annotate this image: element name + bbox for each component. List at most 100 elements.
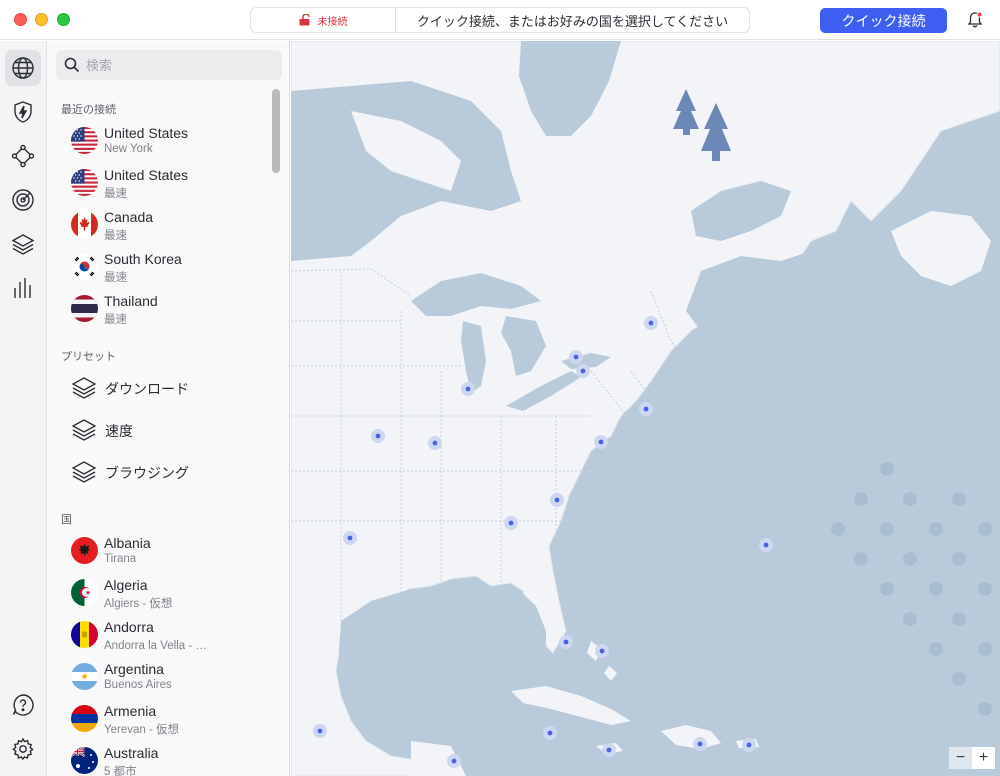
close-window-button[interactable]: [14, 13, 27, 26]
country-item-algeria[interactable]: Algeria Algiers - 仮想: [71, 575, 271, 615]
thailand-flag-icon: [71, 295, 98, 322]
server-location: Algiers - 仮想: [104, 598, 173, 610]
recent-item-us-new-york[interactable]: United States New York: [71, 123, 271, 163]
rail-dark-web-monitor-button[interactable]: [5, 182, 41, 218]
server-location: New York: [104, 143, 153, 155]
us-flag-icon: [71, 169, 98, 196]
server-dot[interactable]: [543, 726, 557, 740]
minimize-window-button[interactable]: [35, 13, 48, 26]
server-dot[interactable]: [576, 364, 590, 378]
sidebar-scrollbar[interactable]: [272, 89, 280, 173]
zoom-window-button[interactable]: [57, 13, 70, 26]
server-dot[interactable]: [569, 350, 583, 364]
server-location: 最速: [104, 272, 127, 284]
layers-icon: [71, 461, 97, 483]
gear-icon: [12, 737, 34, 761]
country-name: Australia: [104, 745, 159, 761]
server-dot[interactable]: [639, 402, 653, 416]
server-dot[interactable]: [644, 316, 658, 330]
hispaniola: [661, 725, 721, 749]
country-name: Armenia: [104, 703, 157, 719]
rail-meshnet-button[interactable]: [5, 138, 41, 174]
us-flag-icon: [71, 127, 98, 154]
country-item-albania[interactable]: Albania Tirana: [71, 533, 271, 573]
notification-bell-icon[interactable]: [966, 11, 984, 29]
preset-download[interactable]: ダウンロード: [71, 371, 271, 405]
server-location: Andorra la Vella - 仮想: [104, 640, 216, 652]
server-location: 5 都市: [104, 766, 137, 776]
server-dot[interactable]: [428, 436, 442, 450]
search-icon: [64, 57, 80, 73]
country-item-armenia[interactable]: Armenia Yerevan - 仮想: [71, 701, 271, 741]
rail-help-button[interactable]: [5, 687, 41, 723]
search-box[interactable]: [56, 50, 282, 80]
recent-item-canada[interactable]: Canada 最速: [71, 207, 271, 247]
layers-icon: [71, 419, 97, 441]
australia-flag-icon: [71, 747, 98, 774]
title-bar: 未接続 クイック接続、またはお好みの国を選択してください クイック接続: [0, 0, 1000, 40]
countries-section-title: 国: [61, 514, 72, 526]
country-name: Algeria: [104, 577, 148, 593]
country-name: Thailand: [104, 293, 158, 309]
connection-status-bar: 未接続 クイック接続、またはお好みの国を選択してください: [250, 7, 750, 33]
rail-countries-button[interactable]: [5, 50, 41, 86]
server-dot[interactable]: [313, 724, 327, 738]
preset-label: 速度: [105, 423, 133, 439]
server-dot[interactable]: [742, 738, 756, 752]
gulf-of-mexico: [339, 586, 546, 741]
country-name: Andorra: [104, 619, 154, 635]
country-name: South Korea: [104, 251, 182, 267]
rail-threat-protection-button[interactable]: [5, 94, 41, 130]
server-location: 最速: [104, 188, 127, 200]
preset-label: ブラウジング: [105, 465, 189, 481]
server-location: Yerevan - 仮想: [104, 724, 179, 736]
server-map[interactable]: [291, 41, 1000, 776]
country-item-andorra[interactable]: Andorra Andorra la Vella - 仮想: [71, 617, 271, 657]
navigation-rail: [0, 41, 47, 776]
server-sidebar: 最近の接続 United States New York United Stat…: [47, 41, 290, 776]
meshnet-icon: [11, 144, 35, 168]
status-message: クイック接続、またはお好みの国を選択してください: [416, 13, 729, 29]
server-dot[interactable]: [371, 429, 385, 443]
country-item-australia[interactable]: Australia 5 都市: [71, 743, 271, 776]
server-dot[interactable]: [447, 754, 461, 768]
recent-item-us-fastest[interactable]: United States 最速: [71, 165, 271, 205]
server-dot[interactable]: [461, 382, 475, 396]
server-dot[interactable]: [693, 737, 707, 751]
search-input[interactable]: [86, 57, 266, 73]
country-item-argentina[interactable]: Argentina Buenos Aires: [71, 659, 271, 699]
map-zoom-controls: − +: [949, 747, 995, 769]
map-dot-pattern: [831, 462, 992, 716]
server-dot[interactable]: [550, 493, 564, 507]
newfoundland: [891, 211, 991, 286]
recent-section-title: 最近の接続: [61, 104, 116, 116]
server-dot[interactable]: [594, 435, 608, 449]
armenia-flag-icon: [71, 705, 98, 732]
server-location: 最速: [104, 230, 127, 242]
rail-presets-button[interactable]: [5, 226, 41, 262]
algeria-flag-icon: [71, 579, 98, 606]
server-dot[interactable]: [343, 531, 357, 545]
server-dot[interactable]: [759, 538, 773, 552]
server-dot[interactable]: [559, 635, 573, 649]
cuba: [511, 686, 631, 725]
bar-stats-icon: [14, 278, 31, 298]
recent-item-thailand[interactable]: Thailand 最速: [71, 291, 271, 331]
quick-connect-button[interactable]: クイック接続: [820, 8, 947, 33]
country-name: Canada: [104, 209, 154, 225]
zoom-out-button[interactable]: −: [949, 747, 972, 769]
country-name: United States: [104, 167, 189, 183]
preset-browsing[interactable]: ブラウジング: [71, 455, 271, 489]
recent-item-south-korea[interactable]: South Korea 最速: [71, 249, 271, 289]
server-dot[interactable]: [595, 644, 609, 658]
connection-status: 未接続: [251, 8, 396, 32]
server-dot[interactable]: [504, 516, 518, 530]
shield-bolt-icon: [14, 101, 32, 123]
rail-statistics-button[interactable]: [5, 270, 41, 306]
rail-settings-button[interactable]: [5, 731, 41, 767]
help-icon: [12, 694, 34, 716]
zoom-in-button[interactable]: +: [972, 747, 995, 769]
server-dot[interactable]: [602, 743, 616, 757]
layers-icon: [11, 234, 35, 255]
preset-speed[interactable]: 速度: [71, 413, 271, 447]
